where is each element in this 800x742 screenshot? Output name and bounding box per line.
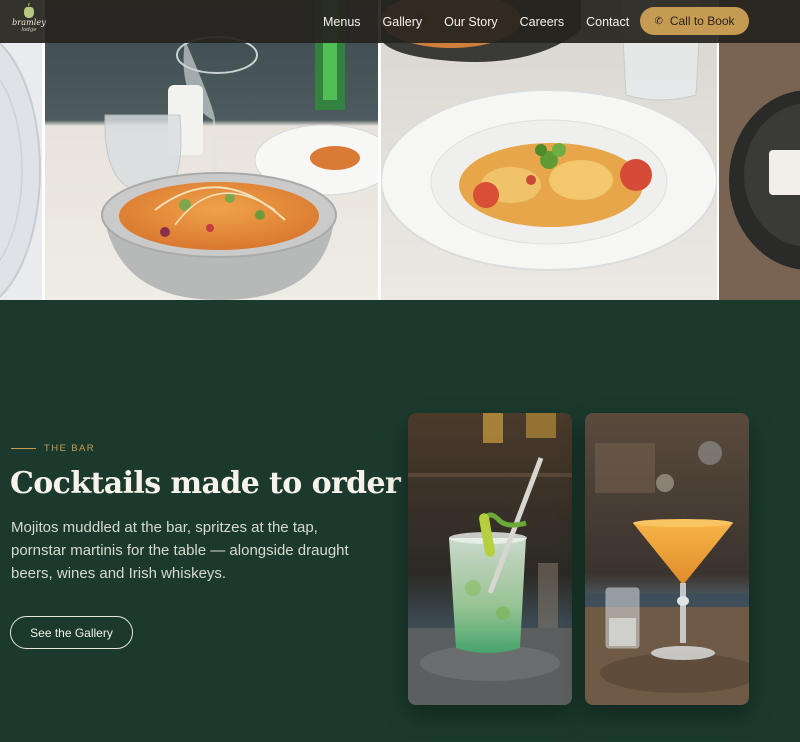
- section-headline: Cocktails made to order: [10, 466, 401, 501]
- brand-logo[interactable]: bramley lodge: [9, 3, 49, 41]
- nav-link-menus[interactable]: Menus: [323, 15, 361, 29]
- call-to-book-button[interactable]: ✆ Call to Book: [640, 7, 749, 35]
- site-header: bramley lodge Menus Gallery Our Story Ca…: [0, 0, 800, 43]
- cocktail-photo-mojito: [408, 413, 572, 705]
- nav-link-contact[interactable]: Contact: [586, 15, 629, 29]
- food-gallery-strip: [0, 0, 800, 300]
- eyebrow-rule: [11, 447, 36, 449]
- logo-subtitle: lodge: [21, 27, 37, 33]
- nav-link-careers[interactable]: Careers: [520, 15, 564, 29]
- cocktail-photo-martini: [585, 413, 749, 705]
- gallery-photo-ravioli: [381, 0, 717, 300]
- gallery-photo-bowl: [45, 0, 378, 300]
- call-to-book-label: Call to Book: [669, 14, 735, 28]
- phone-icon: ✆: [654, 15, 663, 27]
- section-description: Mojitos muddled at the bar, spritzes at …: [11, 519, 349, 582]
- logo-wordmark: bramley: [12, 18, 46, 27]
- main-nav: Menus Gallery Our Story Careers Contact: [323, 0, 651, 43]
- gallery-photo-plate-edge: [0, 0, 42, 300]
- apple-icon: [24, 3, 34, 18]
- see-gallery-button[interactable]: See the Gallery: [10, 616, 133, 649]
- section-eyebrow: THE BAR: [11, 442, 95, 454]
- nav-link-our-story[interactable]: Our Story: [444, 15, 498, 29]
- nav-link-gallery[interactable]: Gallery: [383, 15, 423, 29]
- eyebrow-label: THE BAR: [44, 442, 95, 454]
- gallery-photo-dark-plate: [719, 0, 800, 300]
